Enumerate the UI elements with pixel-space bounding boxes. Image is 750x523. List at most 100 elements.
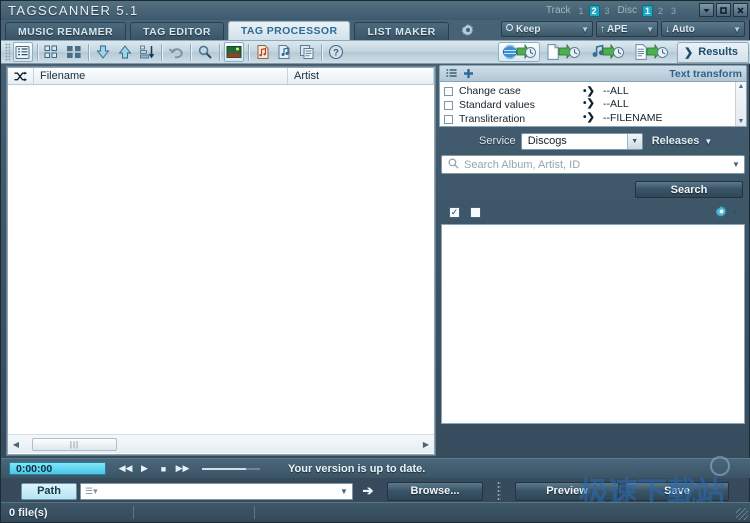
toolbar-drag-handle[interactable] <box>5 43 10 61</box>
disc-number-3[interactable]: 3 <box>668 5 679 17</box>
transform-value: --ALL <box>603 85 629 97</box>
scroll-up-icon[interactable]: ▲ <box>738 83 745 90</box>
list-view-icon[interactable] <box>444 67 458 80</box>
help-icon[interactable]: ? <box>326 42 346 62</box>
export-playlist-icon[interactable] <box>275 42 295 62</box>
tab-tag-processor[interactable]: TAG PROCESSOR <box>228 21 351 40</box>
details-view-icon[interactable] <box>13 42 33 62</box>
go-button[interactable]: ➔ <box>358 482 378 500</box>
scroll-right-icon[interactable]: ▶ <box>418 436 434 453</box>
toolbar-separator <box>321 44 322 61</box>
get-tags-online-icon[interactable] <box>498 42 540 62</box>
tab-music-renamer[interactable]: MUSIC RENAMER <box>5 22 126 40</box>
maximize-button[interactable] <box>716 3 731 17</box>
search-icon <box>448 158 459 172</box>
text-transform-list[interactable]: Change case •❯ --ALL Standard values •❯ … <box>439 81 747 127</box>
transform-label: Transliteration <box>459 113 525 125</box>
select-all-checkbox[interactable]: ✓ <box>449 207 460 218</box>
transform-checkbox[interactable] <box>444 87 453 96</box>
next-button[interactable]: ▶▶ <box>177 463 188 475</box>
tab-label: TAG EDITOR <box>143 26 211 38</box>
right-panel: Text transform Change case •❯ --ALL Stan… <box>439 65 747 455</box>
resize-grip[interactable] <box>736 508 748 520</box>
sort-descending-icon[interactable] <box>137 42 157 62</box>
tab-label: LIST MAKER <box>367 26 435 38</box>
releases-dropdown[interactable]: Releases ▼ <box>652 135 713 147</box>
gear-icon[interactable] <box>715 205 728 221</box>
chevron-down-icon[interactable]: ▼ <box>704 137 712 146</box>
chevron-down-icon[interactable]: ▼ <box>731 208 739 217</box>
transform-list-scrollbar[interactable]: ▲ ▼ <box>735 82 746 126</box>
path-input[interactable]: ☰▾ ▼ <box>80 483 353 500</box>
select-none-checkbox[interactable] <box>470 207 481 218</box>
large-icons-view-icon[interactable] <box>64 42 84 62</box>
chevron-down-icon[interactable]: ▼ <box>336 487 352 496</box>
stop-button[interactable]: ■ <box>158 463 169 475</box>
shuffle-column-icon[interactable] <box>8 68 34 84</box>
service-dropdown[interactable]: Discogs ▼ <box>521 133 643 150</box>
transform-checkbox[interactable] <box>444 101 453 110</box>
transform-checkbox[interactable] <box>444 115 453 124</box>
path-dropdown-icon: ☰▾ <box>85 486 98 497</box>
scroll-down-icon[interactable]: ▼ <box>738 118 745 125</box>
scroll-left-icon[interactable]: ◀ <box>8 436 24 453</box>
transform-row[interactable]: Change case •❯ --ALL <box>440 84 746 98</box>
collapse-all-icon[interactable] <box>93 42 113 62</box>
transform-value: --ALL <box>603 98 629 110</box>
minimize-button[interactable] <box>699 3 714 17</box>
volume-slider[interactable] <box>202 467 260 471</box>
search-icon[interactable] <box>195 42 215 62</box>
preview-label: Preview <box>546 485 588 497</box>
tab-list-maker[interactable]: LIST MAKER <box>354 22 448 40</box>
transform-arrow-icon: •❯ <box>583 86 595 97</box>
get-tags-from-tags-icon[interactable] <box>586 42 628 62</box>
get-tags-from-list-icon[interactable] <box>630 42 672 62</box>
path-button[interactable]: Path <box>21 483 77 500</box>
file-list-hscrollbar[interactable]: ◀ ||| ▶ <box>8 434 434 453</box>
browse-button[interactable]: Browse... <box>387 482 483 501</box>
preview-button[interactable]: Preview <box>515 482 619 501</box>
track-number-2[interactable]: 2 <box>589 5 600 17</box>
album-art-icon[interactable] <box>224 42 244 62</box>
scrollbar-track[interactable]: ||| <box>24 436 418 453</box>
disc-number-1[interactable]: 1 <box>642 5 653 17</box>
column-header-filename[interactable]: Filename <box>34 68 288 84</box>
panel-drag-handle[interactable] <box>497 481 501 501</box>
results-settings[interactable]: ▼ <box>715 205 745 221</box>
transform-arrow-icon: •❯ <box>583 112 595 123</box>
close-button[interactable] <box>733 3 748 17</box>
search-results-area[interactable] <box>441 224 745 424</box>
track-number-1[interactable]: 1 <box>576 5 587 17</box>
expand-all-icon[interactable] <box>115 42 135 62</box>
disc-number-2[interactable]: 2 <box>655 5 666 17</box>
scrollbar-thumb[interactable]: ||| <box>32 438 117 451</box>
disc-number-group[interactable]: 1 2 3 <box>642 5 679 17</box>
chevron-down-icon[interactable]: ▼ <box>728 160 744 169</box>
search-button[interactable]: Search <box>635 181 743 198</box>
track-number-group[interactable]: 1 2 3 <box>576 5 613 17</box>
previous-button[interactable]: ◀◀ <box>120 463 131 475</box>
save-button[interactable]: Save <box>625 482 729 501</box>
search-button-label: Search <box>671 184 708 196</box>
tab-label: MUSIC RENAMER <box>18 26 113 38</box>
search-input[interactable]: Search Album, Artist, ID ▼ <box>441 155 745 174</box>
transform-row[interactable]: Transliteration •❯ --FILENAME <box>440 112 746 126</box>
column-header-artist[interactable]: Artist <box>288 68 434 84</box>
window-controls <box>699 3 748 17</box>
play-button[interactable]: ▶ <box>139 463 150 475</box>
undo-icon[interactable] <box>166 42 186 62</box>
results-tab[interactable]: ❯ Results <box>677 42 749 63</box>
small-icons-view-icon[interactable] <box>42 42 62 62</box>
transform-row[interactable]: Standard values •❯ --ALL <box>440 98 746 112</box>
get-tags-from-file-icon[interactable] <box>542 42 584 62</box>
track-number-3[interactable]: 3 <box>602 5 613 17</box>
settings-gear-icon[interactable] <box>459 22 477 38</box>
chevron-down-icon[interactable]: ▼ <box>627 134 642 149</box>
file-list-body[interactable] <box>8 85 434 434</box>
copy-tags-icon[interactable] <box>297 42 317 62</box>
add-transform-icon[interactable] <box>461 67 475 80</box>
service-label: Service <box>479 135 516 147</box>
tab-tag-editor[interactable]: TAG EDITOR <box>130 22 224 40</box>
playlist-file-icon[interactable] <box>253 42 273 62</box>
volume-fill <box>202 468 246 470</box>
